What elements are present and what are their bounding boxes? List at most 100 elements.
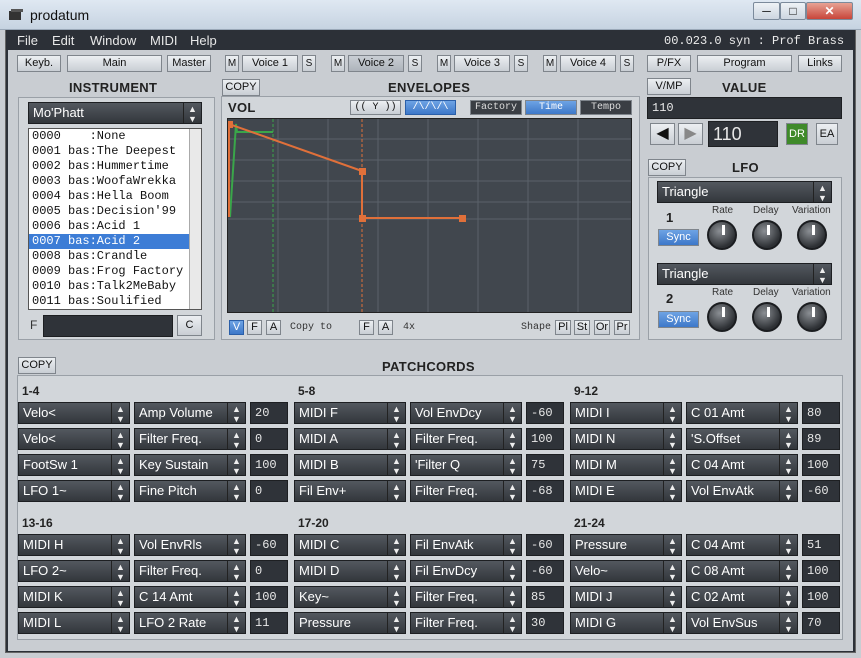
voice4-solo-button[interactable]: S [620,55,634,72]
list-item[interactable]: 0004 bas:Hella Boom [29,189,201,204]
voice2-button[interactable]: Voice 2 [348,55,404,72]
list-item[interactable]: 0001 bas:The Deepest [29,144,201,159]
patchcord-amount-input[interactable]: 100 [802,454,840,476]
lfo1-variation-knob[interactable] [797,220,827,250]
patchcord-amount-input[interactable]: -68 [526,480,564,502]
patchcord-source-select[interactable]: Fil Env+ ▲ ▼ [294,480,406,502]
envelope-editor[interactable] [226,118,632,313]
voice1-solo-button[interactable]: S [302,55,316,72]
patchcord-destination-select[interactable]: LFO 2 Rate ▲ ▼ [134,612,246,634]
arrow-left-icon[interactable]: ◀ [650,123,675,145]
voice3-mute-button[interactable]: M [437,55,451,72]
copyto-f-button[interactable]: F [359,320,374,335]
patchcord-amount-input[interactable]: 100 [802,560,840,582]
patchcord-destination-select[interactable]: Vol EnvDcy ▲ ▼ [410,402,522,424]
list-item[interactable]: 0010 bas:Talk2MeBaby [29,279,201,294]
list-item-selected[interactable]: 0007 bas:Acid 2 [29,234,201,249]
patchcord-destination-select[interactable]: Filter Freq. ▲ ▼ [134,560,246,582]
voice2-mute-button[interactable]: M [331,55,345,72]
patchcord-amount-input[interactable]: 89 [802,428,840,450]
voice3-solo-button[interactable]: S [514,55,528,72]
list-item[interactable]: 0002 bas:Hummertime [29,159,201,174]
patchcord-source-select[interactable]: MIDI F ▲ ▼ [294,402,406,424]
patchcord-destination-select[interactable]: Filter Freq. ▲ ▼ [410,612,522,634]
master-button[interactable]: Master [167,55,211,72]
patchcord-amount-input[interactable]: 51 [802,534,840,556]
copyto-a-button[interactable]: A [378,320,393,335]
patchcord-destination-select[interactable]: C 04 Amt ▲ ▼ [686,534,798,556]
patchcord-source-select[interactable]: Pressure ▲ ▼ [294,612,406,634]
patchcord-amount-input[interactable]: -60 [526,534,564,556]
patchcord-amount-input[interactable]: 85 [526,586,564,608]
patchcord-source-select[interactable]: Key~ ▲ ▼ [294,586,406,608]
voice1-button[interactable]: Voice 1 [242,55,298,72]
patchcord-amount-input[interactable]: 11 [250,612,288,634]
list-item[interactable]: 0000 :None [29,129,201,144]
voice2-solo-button[interactable]: S [408,55,422,72]
patchcord-destination-select[interactable]: Filter Freq. ▲ ▼ [410,428,522,450]
pfx-button[interactable]: P/FX [647,55,691,72]
main-button[interactable]: Main [67,55,162,72]
shape-st-button[interactable]: St [574,320,590,335]
patchcord-source-select[interactable]: MIDI E ▲ ▼ [570,480,682,502]
patchcord-destination-select[interactable]: Vol EnvAtk ▲ ▼ [686,480,798,502]
patchcord-destination-select[interactable]: Fine Pitch ▲ ▼ [134,480,246,502]
patchcords-copy-button[interactable]: COPY [18,357,56,374]
lfo2-sync-button[interactable]: Sync [658,311,699,328]
patchcord-source-select[interactable]: MIDI J ▲ ▼ [570,586,682,608]
voice1-mute-button[interactable]: M [225,55,239,72]
patchcord-source-select[interactable]: MIDI B ▲ ▼ [294,454,406,476]
patchcord-amount-input[interactable]: -60 [802,480,840,502]
time-button[interactable]: Time [525,100,577,115]
patchcord-destination-select[interactable]: Filter Freq. ▲ ▼ [410,480,522,502]
patchcord-source-select[interactable]: Velo< ▲ ▼ [18,402,130,424]
patchcord-amount-input[interactable]: 75 [526,454,564,476]
env-loop-button[interactable]: (( Y )) [350,100,401,115]
patchcord-amount-input[interactable]: -60 [250,534,288,556]
patchcord-amount-input[interactable]: 100 [250,586,288,608]
menu-window[interactable]: Window [90,33,136,48]
patchcord-destination-select[interactable]: Filter Freq. ▲ ▼ [134,428,246,450]
env-v-button[interactable]: V [229,320,244,335]
patchcord-source-select[interactable]: MIDI C ▲ ▼ [294,534,406,556]
patchcord-amount-input[interactable]: 0 [250,428,288,450]
lfo1-shape-select[interactable]: Triangle ▲ ▼ [657,181,832,203]
patchcord-amount-input[interactable]: 80 [802,402,840,424]
patchcord-destination-select[interactable]: 'Filter Q ▲ ▼ [410,454,522,476]
envelope-graph[interactable] [226,119,631,312]
patchcord-destination-select[interactable]: Filter Freq. ▲ ▼ [410,586,522,608]
lfo2-variation-knob[interactable] [797,302,827,332]
factory-button[interactable]: Factory [470,100,522,115]
patchcord-destination-select[interactable]: Fil EnvDcy ▲ ▼ [410,560,522,582]
patchcord-destination-select[interactable]: 'S.Offset ▲ ▼ [686,428,798,450]
dr-button[interactable]: DR [786,123,808,145]
list-item[interactable]: 0009 bas:Frog Factory [29,264,201,279]
close-button[interactable]: ✕ [806,2,853,20]
patchcord-source-select[interactable]: Velo~ ▲ ▼ [570,560,682,582]
list-item[interactable]: 0008 bas:Crandle [29,249,201,264]
shape-pr-button[interactable]: Pr [614,320,630,335]
patchcord-source-select[interactable]: MIDI N ▲ ▼ [570,428,682,450]
ea-button[interactable]: EA [816,123,838,145]
patchcord-destination-select[interactable]: C 14 Amt ▲ ▼ [134,586,246,608]
lfo2-shape-select[interactable]: Triangle ▲ ▼ [657,263,832,285]
value-input[interactable]: 110 [647,97,842,119]
env-f-button[interactable]: F [247,320,262,335]
patchcord-amount-input[interactable]: 70 [802,612,840,634]
patchcord-source-select[interactable]: Velo< ▲ ▼ [18,428,130,450]
patchcord-destination-select[interactable]: C 08 Amt ▲ ▼ [686,560,798,582]
patchcord-destination-select[interactable]: C 04 Amt ▲ ▼ [686,454,798,476]
links-button[interactable]: Links [798,55,842,72]
menu-midi[interactable]: MIDI [150,33,177,48]
patchcord-amount-input[interactable]: -60 [526,560,564,582]
patchcord-source-select[interactable]: MIDI H ▲ ▼ [18,534,130,556]
filter-input[interactable] [43,315,173,337]
patchcord-amount-input[interactable]: 0 [250,480,288,502]
instrument-scrollbar[interactable] [189,129,201,309]
lfo2-delay-knob[interactable] [752,302,782,332]
patchcord-amount-input[interactable]: 100 [250,454,288,476]
lfo2-rate-knob[interactable] [707,302,737,332]
voice3-button[interactable]: Voice 3 [454,55,510,72]
patchcord-amount-input[interactable]: 30 [526,612,564,634]
voice4-mute-button[interactable]: M [543,55,557,72]
